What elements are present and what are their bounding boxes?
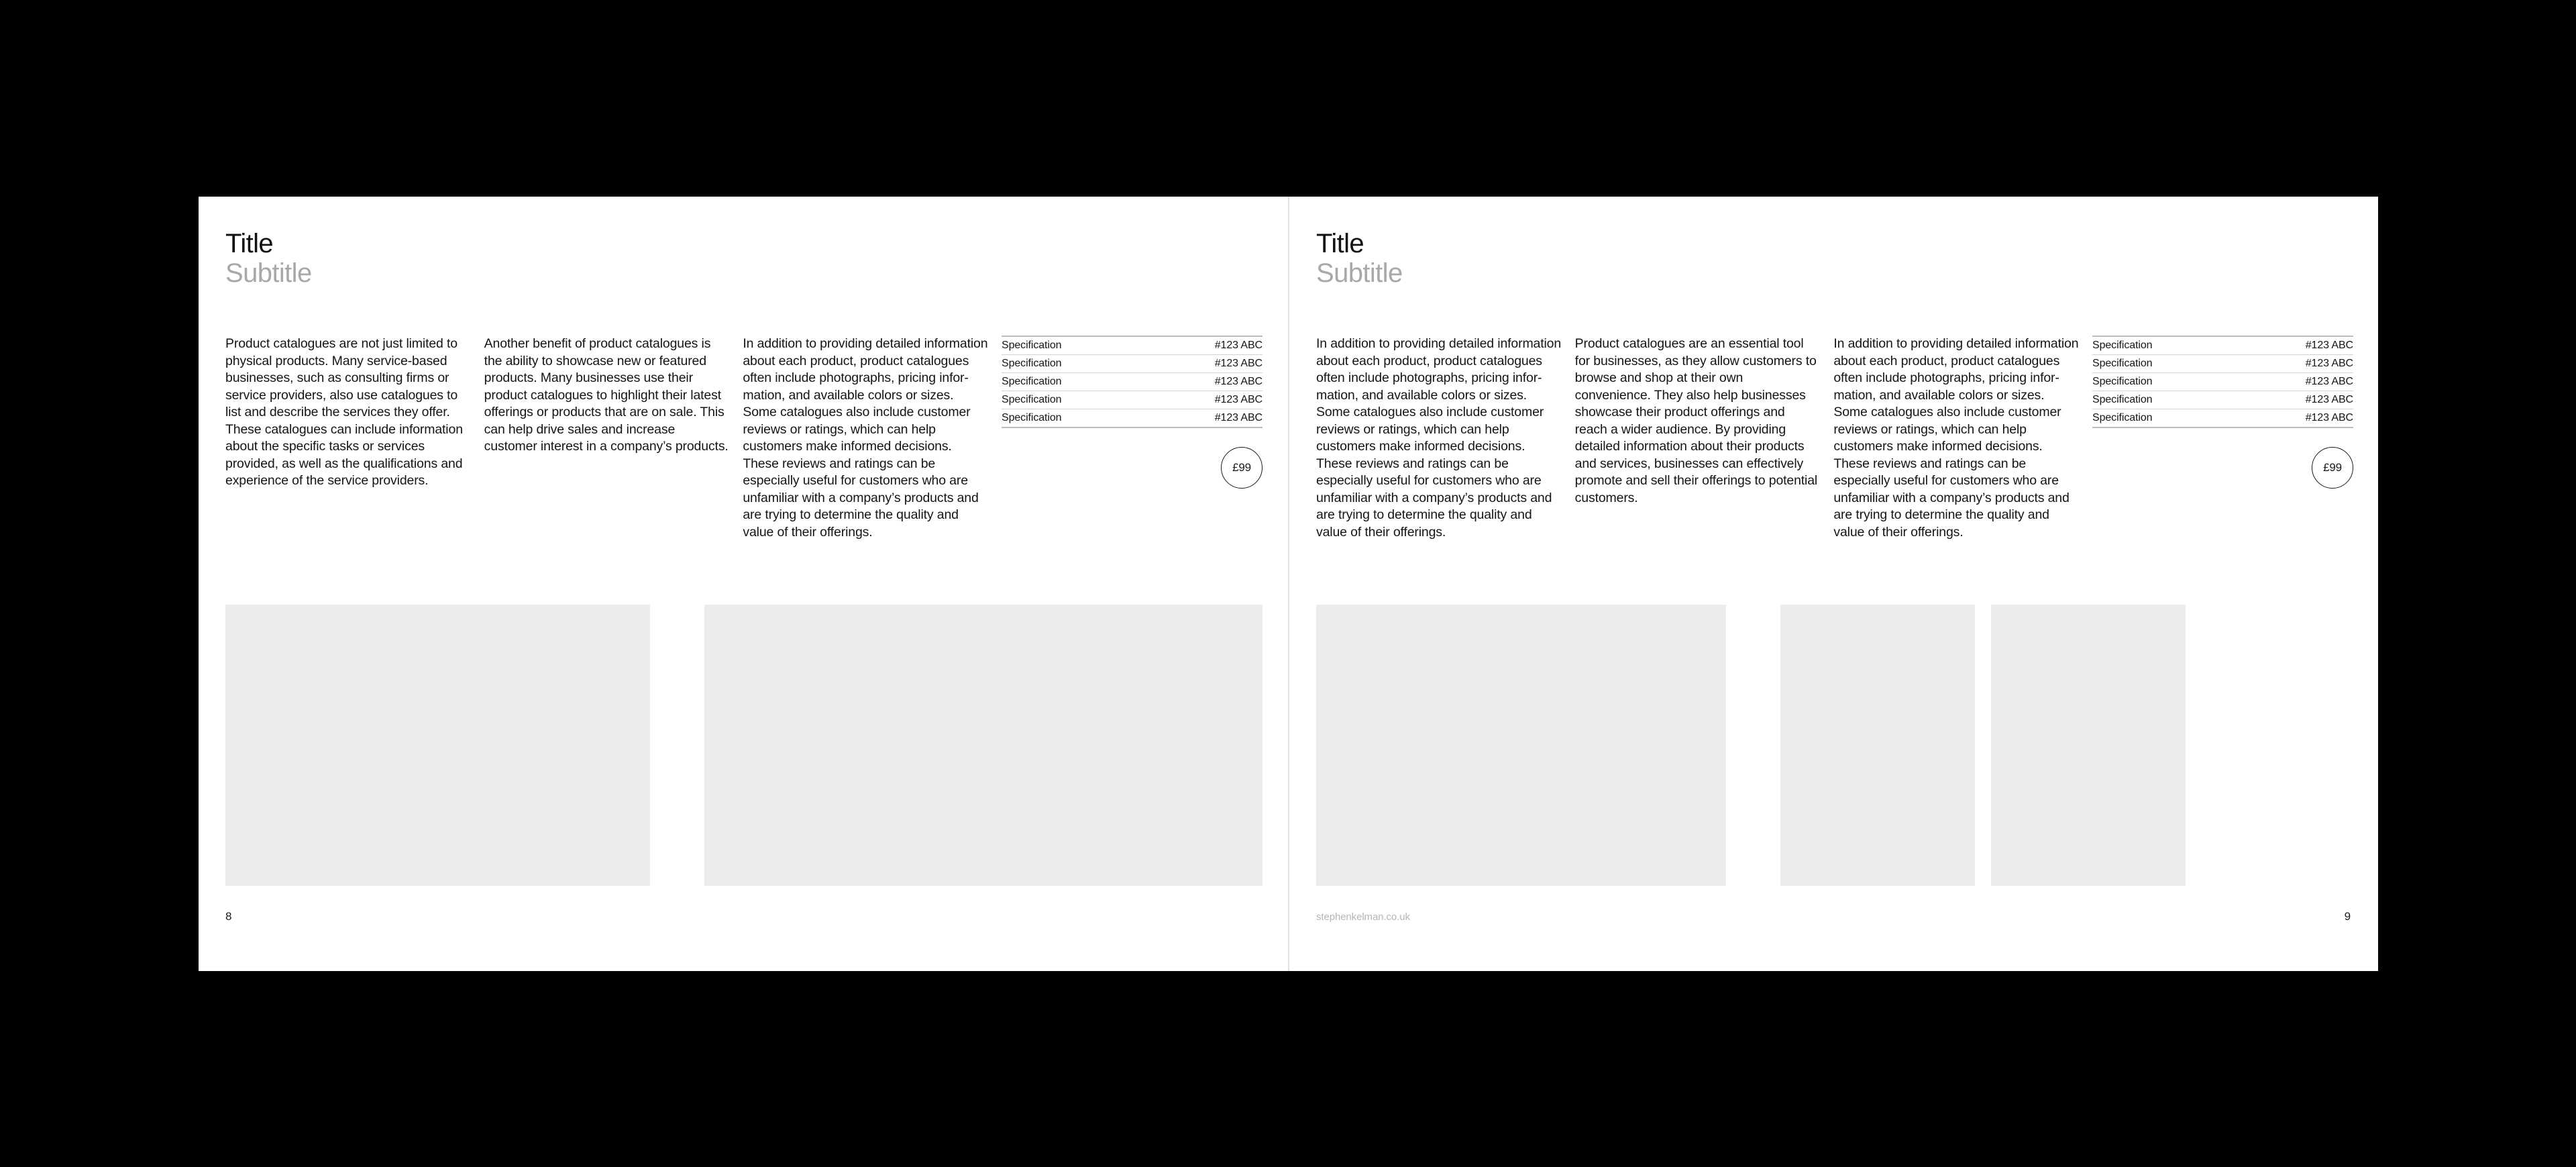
spec-name: Specification	[1002, 391, 1132, 409]
text-column-3: In addition to providing detailed inform…	[743, 336, 988, 541]
left-page-footer: 8	[225, 910, 1261, 923]
price-badge: £99	[2312, 447, 2354, 489]
image-placeholder-2	[704, 605, 1263, 886]
page-title: Title	[225, 229, 274, 258]
spec-value: #123 ABC	[1214, 412, 1263, 423]
table-row: Specification #123 ABC	[1002, 354, 1263, 373]
specification-table: Specification #123 ABC Specification #12…	[1002, 336, 1263, 428]
image-placeholder-2	[1780, 605, 1975, 886]
table-row: Specification #123 ABC	[2092, 354, 2353, 373]
table-row: Specification #123 ABC	[1002, 336, 1263, 355]
image-placeholder-1	[1316, 605, 1726, 886]
left-page: Title Subtitle Product catalogues are no…	[199, 197, 1288, 971]
spec-name: Specification	[1002, 372, 1132, 391]
table-row: Specification #123 ABC	[1002, 391, 1263, 409]
text-column-1: In addition to providing detailed inform…	[1316, 336, 1562, 541]
right-page-image-band	[1316, 605, 2353, 886]
text-column-1: Product catalogues are not just limited …	[225, 336, 471, 541]
spec-value: #123 ABC	[1132, 391, 1263, 409]
site-url: stephenkelman.co.uk	[1316, 911, 1410, 923]
spec-value: #123 ABC	[1132, 372, 1263, 391]
text-column-2: Product catalogues are an essential tool…	[1575, 336, 1821, 541]
body-paragraph: In addition to providing detailed inform…	[1316, 336, 1562, 540]
table-row: Specification #123 ABC	[1002, 409, 1263, 428]
spec-name: Specification	[2092, 391, 2223, 409]
spec-name: Specification	[1002, 412, 1062, 423]
spec-name: Specification	[2092, 372, 2223, 391]
table-row: Specification #123 ABC	[2092, 391, 2353, 409]
spec-value: #123 ABC	[2305, 412, 2354, 423]
image-placeholder-3	[1991, 605, 2186, 886]
body-paragraph: In addition to providing detailed inform…	[1833, 336, 2079, 540]
left-page-image-band	[225, 605, 1263, 886]
right-page-columns: In addition to providing detailed inform…	[1316, 336, 2353, 541]
page-title: Title	[1316, 229, 1364, 258]
spec-value: #123 ABC	[1132, 354, 1263, 373]
spec-value: #123 ABC	[2222, 354, 2353, 373]
body-paragraph: Another benefit of product catalogues is…	[484, 336, 729, 454]
left-page-heading: Title Subtitle	[225, 229, 312, 288]
table-row: Specification #123 ABC	[2092, 409, 2353, 428]
spec-value: #123 ABC	[2222, 336, 2353, 355]
right-page: Title Subtitle In addition to providing …	[1288, 197, 2377, 971]
page-subtitle: Subtitle	[1316, 258, 1403, 288]
price-badge: £99	[1221, 447, 1263, 489]
table-row: Specification #123 ABC	[2092, 372, 2353, 391]
text-column-3: In addition to providing detailed inform…	[1833, 336, 2079, 541]
spec-name: Specification	[2092, 412, 2153, 423]
page-subtitle: Subtitle	[225, 258, 312, 288]
body-paragraph: In addition to providing detailed inform…	[743, 336, 988, 540]
spec-name: Specification	[1002, 354, 1132, 373]
specification-column: Specification #123 ABC Specification #12…	[2092, 336, 2353, 541]
specification-table: Specification #123 ABC Specification #12…	[2092, 336, 2353, 428]
specification-column: Specification #123 ABC Specification #12…	[1002, 336, 1263, 541]
table-row: Specification #123 ABC	[1002, 372, 1263, 391]
image-placeholder-1	[225, 605, 650, 886]
text-column-2: Another benefit of product catalogues is…	[484, 336, 730, 541]
page-number: 9	[2344, 910, 2351, 923]
right-page-heading: Title Subtitle	[1316, 229, 1403, 288]
page-number: 8	[225, 910, 232, 923]
body-paragraph: Product catalogues are not just limited …	[225, 336, 463, 488]
table-row: Specification #123 ABC	[2092, 336, 2353, 355]
left-page-columns: Product catalogues are not just limited …	[225, 336, 1263, 541]
page-spread: Title Subtitle Product catalogues are no…	[199, 197, 2378, 971]
spec-value: #123 ABC	[1132, 336, 1263, 355]
spec-name: Specification	[2092, 354, 2223, 373]
spec-name: Specification	[2092, 336, 2223, 355]
body-paragraph: Product catalogues are an essential tool…	[1574, 336, 1818, 505]
spec-name: Specification	[1002, 336, 1132, 355]
right-page-footer: stephenkelman.co.uk 9	[1316, 910, 2351, 923]
spec-value: #123 ABC	[2222, 391, 2353, 409]
spec-value: #123 ABC	[2222, 372, 2353, 391]
